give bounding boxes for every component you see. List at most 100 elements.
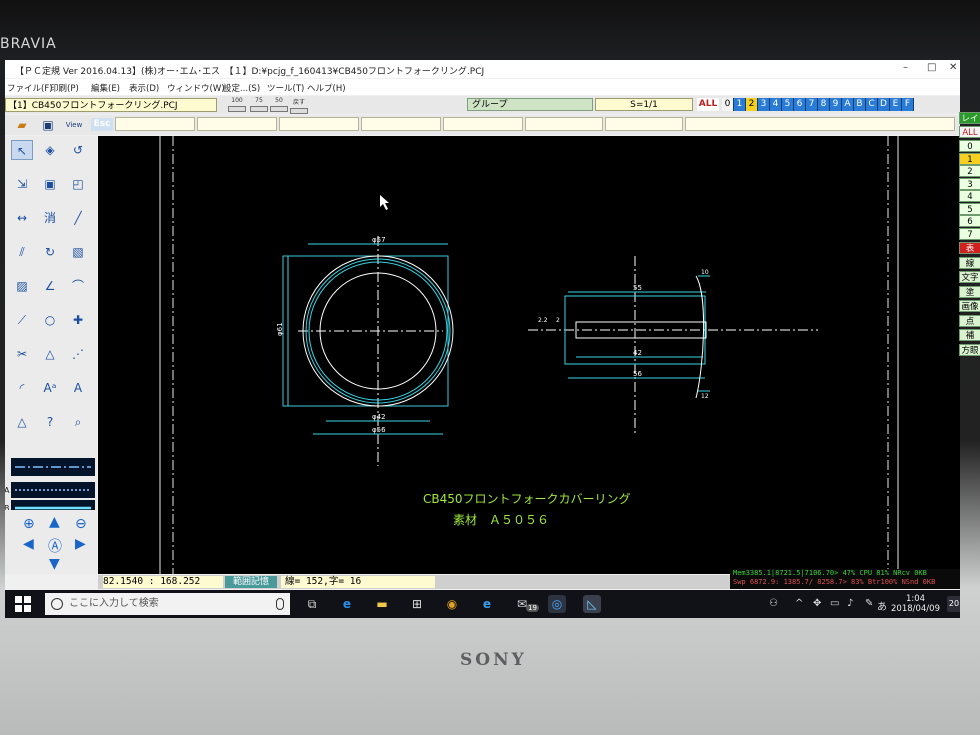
menu-edit[interactable]: 編集(E) (91, 82, 120, 94)
hatch-icon[interactable]: ▨ (11, 276, 33, 296)
layer-tab[interactable]: 5 (782, 98, 794, 111)
zoom-100-button[interactable]: 100 (227, 97, 247, 112)
layer-item[interactable]: 5 (959, 202, 980, 215)
pan-down-icon[interactable]: ▼ (49, 556, 60, 572)
ime-icon[interactable]: あ (877, 598, 887, 613)
pointer-icon[interactable]: ↖ (11, 140, 33, 160)
layer-item[interactable]: 4 (959, 190, 980, 202)
chrome-icon[interactable]: ◉ (443, 595, 461, 613)
edge-icon[interactable]: e (338, 595, 356, 613)
select-box-icon[interactable]: ▣ (39, 174, 61, 194)
layer-item[interactable]: 7 (959, 227, 980, 240)
drawing-canvas[interactable]: φ57 φ61 φ42 φ56 55 42 56 10 12 2.2 2 CB4… (98, 136, 960, 574)
mode-item[interactable]: 線 (959, 256, 980, 269)
line-type-a[interactable] (11, 482, 95, 498)
scale-field[interactable]: S=1/1 (595, 98, 693, 111)
fit-view-icon[interactable]: Ⓐ (48, 536, 62, 556)
store-icon[interactable]: ⊞ (408, 595, 426, 613)
dropbox-icon[interactable]: ✥ (813, 598, 821, 609)
layer-tab[interactable]: 3 (758, 98, 770, 111)
layer-tab[interactable]: 7 (806, 98, 818, 111)
circle-icon[interactable]: ○ (39, 310, 61, 330)
layer-tab[interactable]: D (878, 98, 890, 111)
taskbar-clock[interactable]: 1:04 2018/04/09 (891, 594, 940, 614)
menu-view[interactable]: 表示(D) (129, 82, 159, 94)
angle-icon[interactable]: ∠ (39, 276, 61, 296)
pc-jogi-app-icon[interactable]: ◺ (583, 595, 601, 613)
pan-right-icon[interactable]: ▶ (75, 536, 86, 552)
battery-icon[interactable]: ▭ (830, 598, 839, 609)
zoom-in-icon[interactable]: ⊕ (23, 516, 35, 532)
erase-icon[interactable]: 消 (39, 208, 61, 228)
zoom-50-button[interactable]: 50 (269, 97, 289, 112)
layer-panel-header[interactable]: レイ (959, 112, 980, 124)
tray-chevron-icon[interactable]: ^ (795, 598, 803, 609)
layer-tab[interactable]: B (854, 98, 866, 111)
range-memory-button[interactable]: 範囲記憶 (225, 576, 277, 588)
layer-tab[interactable]: 6 (794, 98, 806, 111)
microphone-icon[interactable] (276, 598, 284, 610)
mode-item[interactable]: 画像 (959, 300, 980, 312)
mode-item[interactable]: 表 (959, 242, 980, 254)
help-icon[interactable]: ? (39, 412, 61, 432)
menu-settings[interactable]: 設定...(S) (223, 82, 260, 94)
current-line-sample[interactable] (11, 458, 95, 476)
people-icon[interactable]: ⚇ (769, 598, 778, 609)
layer-item[interactable]: 0 (959, 140, 980, 152)
open-folder-icon[interactable]: ▰ (11, 115, 33, 135)
text-size-icon[interactable]: Aᵃ (39, 378, 61, 398)
menu-help[interactable]: ヘルプ(H) (307, 82, 346, 94)
magnify-icon[interactable]: ⌕ (67, 412, 89, 432)
layer-tab[interactable]: 2 (746, 98, 758, 111)
move-icon[interactable]: ⇲ (11, 174, 33, 194)
layer-item[interactable]: 6 (959, 215, 980, 227)
polyline-icon[interactable]: ⟋ (11, 310, 33, 330)
layer-tab[interactable]: 9 (830, 98, 842, 111)
parallel-icon[interactable]: ⫽ (11, 242, 33, 262)
pan-left-icon[interactable]: ◀ (23, 536, 34, 552)
layer-tab[interactable]: C (866, 98, 878, 111)
text-icon[interactable]: A (67, 378, 89, 398)
paint-bucket-icon[interactable]: ◈ (39, 140, 61, 160)
layer-tab[interactable]: F (902, 98, 914, 111)
maximize-button[interactable]: □ (927, 62, 936, 73)
triangle-icon[interactable]: △ (39, 344, 61, 364)
layer-tab[interactable]: 4 (770, 98, 782, 111)
mode-item[interactable]: 点 (959, 314, 980, 327)
zoom-75-button[interactable]: 75 (249, 97, 269, 112)
mode-item[interactable]: 方眼 (959, 343, 980, 356)
close-button[interactable]: ✕ (949, 62, 957, 73)
menu-window[interactable]: ウィンドウ(W) (167, 82, 225, 94)
layer-item[interactable]: 3 (959, 177, 980, 190)
app-icon-circle[interactable]: ◎ (548, 595, 566, 613)
save-icon[interactable]: ▣ (37, 115, 59, 135)
menu-tools[interactable]: ツール(T) (267, 82, 304, 94)
undo-icon[interactable]: ↺ (67, 140, 89, 160)
layer-item[interactable]: 1 (959, 152, 980, 165)
pen-icon[interactable]: ✎ (865, 598, 873, 609)
layer-tab[interactable]: A (842, 98, 854, 111)
notification-center-icon[interactable]: 20 (947, 596, 960, 612)
windows-start-icon[interactable] (15, 596, 31, 612)
rect-corner-icon[interactable]: ◰ (67, 174, 89, 194)
layer-item[interactable]: 2 (959, 165, 980, 177)
image-icon[interactable]: ▧ (67, 242, 89, 262)
internet-explorer-icon[interactable]: e (478, 595, 496, 613)
arc-icon[interactable]: ◜ (11, 378, 33, 398)
file-explorer-icon[interactable]: ▬ (373, 595, 391, 613)
menu-print[interactable]: 印刷(P) (50, 82, 79, 94)
pan-up-icon[interactable]: ▲ (49, 514, 60, 530)
volume-icon[interactable]: ♪ (847, 598, 853, 609)
task-view-icon[interactable]: ⧉ (303, 595, 321, 613)
rotate-icon[interactable]: ↻ (39, 242, 61, 262)
taskbar-search-box[interactable]: ここに入力して検索 (45, 593, 290, 615)
layer-tab[interactable]: 0 (722, 98, 734, 111)
group-field[interactable]: グループ (467, 98, 593, 111)
view-icon[interactable]: View (63, 115, 85, 135)
point-icon[interactable]: ✚ (67, 310, 89, 330)
restore-button[interactable]: 戻す (289, 97, 309, 114)
layer-tab[interactable]: 1 (734, 98, 746, 111)
fillet-icon[interactable]: ⌒ (67, 276, 89, 296)
chamfer-icon[interactable]: ⋰ (67, 344, 89, 364)
trim-icon[interactable]: ✂ (11, 344, 33, 364)
